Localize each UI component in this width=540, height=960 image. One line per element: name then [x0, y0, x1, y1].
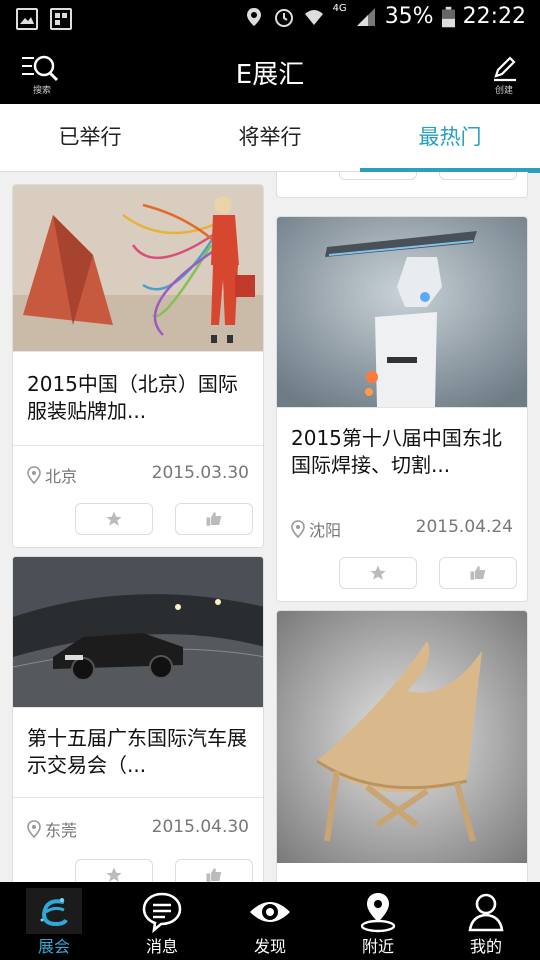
- thumbs-up-icon: [206, 868, 222, 882]
- create-button[interactable]: 创建: [474, 46, 534, 100]
- map-pin-icon: [360, 893, 396, 933]
- exhibition-card[interactable]: 第十五届广东国际汽车展示交易会（... 东莞 2015.04.30: [12, 556, 264, 882]
- favorite-button[interactable]: [75, 503, 153, 535]
- exhibition-image-robot: [277, 217, 527, 407]
- thumbs-up-icon: [206, 512, 222, 526]
- exhibition-title: 2015中国（北京）国际服装贴牌加...: [27, 372, 238, 423]
- nav-label: 附近: [361, 937, 394, 956]
- nav-discover[interactable]: 发现: [216, 882, 324, 960]
- exhibition-title: 第十五届广东国际汽车展示交易会（...: [27, 726, 247, 777]
- location-pin-icon: [291, 520, 305, 538]
- nav-nearby[interactable]: 附近: [324, 882, 432, 960]
- favorite-button[interactable]: [75, 859, 153, 882]
- gallery-icon: [16, 8, 38, 30]
- like-button[interactable]: [439, 172, 517, 180]
- tab-label: 已举行: [58, 125, 122, 149]
- nav-label: 消息: [145, 937, 178, 956]
- exhibition-date: 2015.04.30: [151, 817, 249, 837]
- user-icon: [468, 893, 504, 932]
- nav-label: 我的: [469, 937, 502, 956]
- star-icon: [370, 565, 386, 580]
- nav-messages[interactable]: 消息: [108, 882, 216, 960]
- nav-label: 发现: [253, 937, 286, 956]
- favorite-button[interactable]: [339, 557, 417, 589]
- tab-label: 最热门: [418, 125, 482, 149]
- tab-past[interactable]: 已举行: [0, 104, 180, 171]
- edit-icon: [494, 56, 516, 82]
- exhibition-location: 东莞: [27, 817, 77, 841]
- message-bubble-icon: [142, 892, 182, 934]
- exhibition-card[interactable]: 2015第十八届中国东北国际焊接、切割... 沈阳 2015.04.24: [276, 216, 528, 602]
- app-title: E展汇: [235, 60, 305, 90]
- location-pin-icon: [27, 466, 41, 484]
- tab-upcoming[interactable]: 将举行: [180, 104, 360, 171]
- exhibition-image-chair: [277, 611, 527, 863]
- exhibition-card-partial[interactable]: [276, 172, 528, 198]
- favorite-button[interactable]: [339, 172, 417, 180]
- exhibition-logo-icon: [40, 898, 68, 927]
- wifi-icon: [304, 9, 323, 25]
- location-icon: [246, 7, 261, 26]
- bottom-nav: 展会 消息 发现 附近 我的: [0, 882, 540, 960]
- star-icon: [106, 867, 122, 882]
- divider: [13, 707, 263, 708]
- location-text: 北京: [45, 467, 78, 486]
- location-text: 东莞: [45, 821, 78, 840]
- divider: [13, 445, 263, 446]
- exhibition-image-fashion: [13, 185, 263, 351]
- app-header: 搜索 E展汇 创建: [0, 38, 540, 104]
- exhibition-date: 2015.04.24: [415, 517, 513, 537]
- eye-icon: [250, 902, 290, 922]
- divider: [13, 797, 263, 798]
- like-button[interactable]: [175, 503, 253, 535]
- like-button[interactable]: [175, 859, 253, 882]
- exhibition-date: 2015.03.30: [151, 463, 249, 483]
- location-pin-icon: [27, 820, 41, 838]
- star-icon: [106, 511, 122, 526]
- exhibition-feed[interactable]: 2015中国（北京）国际服装贴牌加... 北京 2015.03.30 2015第…: [0, 172, 540, 882]
- status-bar: 4G 35% 22:22: [0, 0, 540, 38]
- network-type: 4G: [332, 3, 347, 14]
- thumbs-up-icon: [470, 566, 486, 580]
- tab-hottest[interactable]: 最热门: [360, 104, 540, 173]
- exhibition-card[interactable]: 2015中国（北京）国际服装贴牌加... 北京 2015.03.30: [12, 184, 264, 548]
- tab-bar: 已举行 将举行 最热门: [0, 104, 540, 173]
- create-caption: 创建: [494, 86, 513, 96]
- battery-percent: 35%: [384, 4, 434, 29]
- thumbs-up-icon: [469, 172, 487, 173]
- nav-exhibitions[interactable]: 展会: [0, 882, 108, 960]
- alarm-icon: [274, 8, 293, 27]
- divider: [13, 351, 263, 352]
- tab-label: 将举行: [238, 125, 302, 149]
- exhibition-card[interactable]: [276, 610, 528, 882]
- battery-icon: [441, 6, 455, 27]
- exhibition-location: 沈阳: [291, 517, 341, 541]
- nav-label: 展会: [37, 937, 70, 956]
- exhibition-title: 2015第十八届中国东北国际焊接、切割...: [291, 426, 502, 477]
- like-button[interactable]: [439, 557, 517, 589]
- star-icon: [369, 172, 387, 173]
- nav-profile[interactable]: 我的: [432, 882, 540, 960]
- exhibition-image-car: [13, 557, 263, 707]
- sim-icon: [50, 8, 72, 30]
- clock: 22:22: [462, 4, 526, 29]
- location-text: 沈阳: [309, 521, 342, 540]
- signal-icon: [356, 7, 375, 26]
- exhibition-location: 北京: [27, 463, 77, 487]
- divider: [277, 407, 527, 408]
